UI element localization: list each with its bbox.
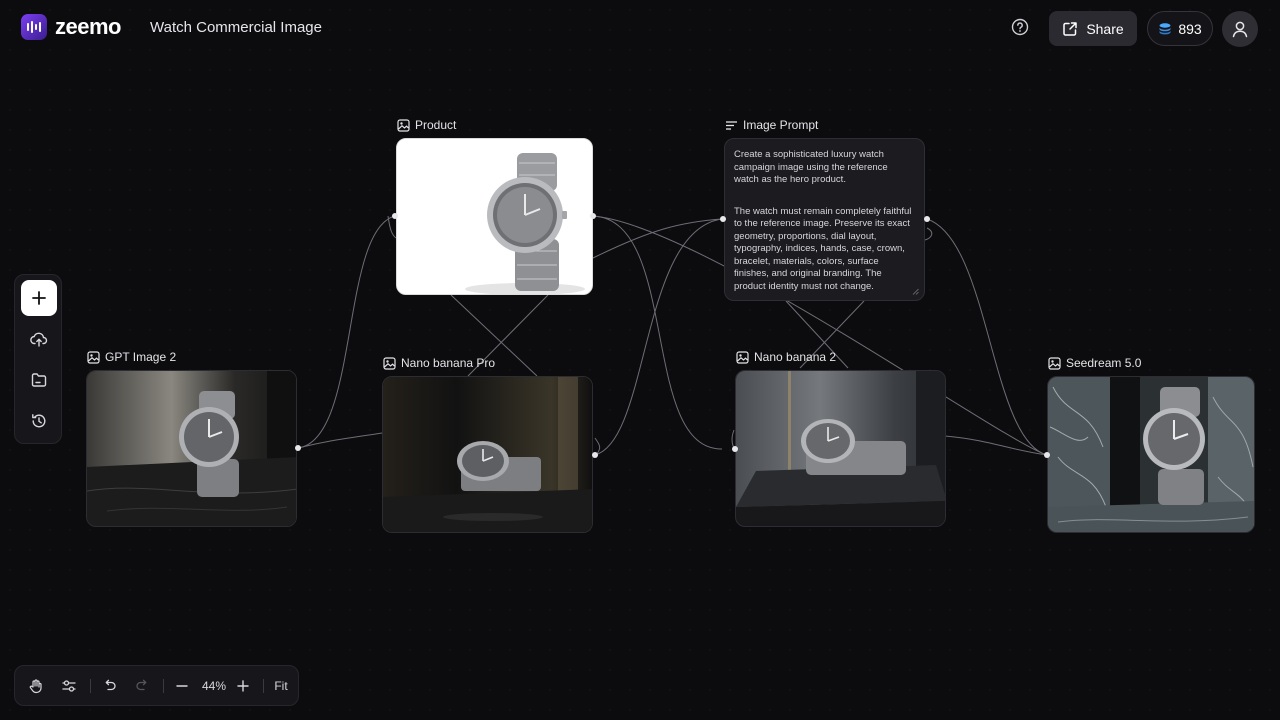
node-label-product[interactable]: Product — [397, 118, 456, 132]
help-icon — [1011, 18, 1029, 36]
port-gpt-out[interactable] — [295, 445, 301, 451]
redo-icon — [135, 679, 146, 691]
port-product-out[interactable] — [590, 213, 596, 219]
seedream-output[interactable] — [1047, 376, 1255, 533]
text-node-icon — [726, 120, 737, 130]
logo-mark-icon — [21, 14, 47, 40]
port-nano-pro-out[interactable] — [592, 452, 598, 458]
watch-render-nano-2 — [736, 371, 945, 526]
node-label-gpt-image[interactable]: GPT Image 2 — [87, 350, 176, 364]
image-node-icon — [1048, 356, 1061, 370]
watch-render-seedream — [1048, 377, 1254, 532]
pan-tool-button[interactable] — [23, 666, 49, 705]
port-prompt-out[interactable] — [924, 216, 930, 222]
fit-view-button[interactable]: Fit — [269, 666, 293, 705]
upload-button[interactable] — [21, 321, 57, 357]
image-node-icon — [383, 356, 396, 370]
node-label-seedream[interactable]: Seedream 5.0 — [1048, 356, 1141, 370]
plus-icon — [237, 679, 249, 692]
history-button[interactable] — [21, 403, 57, 439]
image-prompt-textarea[interactable]: Create a sophisticated luxury watch camp… — [724, 138, 925, 301]
user-icon — [1232, 21, 1248, 38]
user-avatar[interactable] — [1222, 11, 1258, 47]
app-logo[interactable]: zeemo — [21, 14, 121, 40]
node-label-nano-2[interactable]: Nano banana 2 — [736, 350, 836, 364]
watch-render-nano-pro — [383, 377, 592, 532]
watch-product-image — [397, 139, 592, 294]
toolbar-divider — [90, 679, 91, 693]
port-product-in[interactable] — [392, 213, 398, 219]
hand-icon — [29, 678, 42, 693]
bottom-toolbar: 44% Fit — [14, 665, 299, 706]
credits-badge[interactable]: 893 — [1147, 11, 1213, 46]
port-nano-2-in[interactable] — [732, 446, 738, 452]
left-toolbar — [14, 274, 62, 444]
image-node-icon — [397, 118, 410, 132]
sliders-icon — [62, 679, 76, 692]
toolbar-divider — [263, 679, 264, 693]
history-icon — [32, 414, 46, 428]
zoom-in-button[interactable] — [230, 666, 256, 705]
assets-button[interactable] — [21, 362, 57, 398]
nano-pro-output[interactable] — [382, 376, 593, 533]
coin-stack-icon — [1159, 22, 1171, 34]
toolbar-divider — [163, 679, 164, 693]
port-seedream-in[interactable] — [1044, 452, 1050, 458]
help-button[interactable] — [1010, 17, 1030, 37]
cloud-upload-icon — [30, 332, 48, 347]
folder-icon — [31, 373, 47, 387]
nano-2-output[interactable] — [735, 370, 946, 527]
zoom-out-button[interactable] — [169, 666, 195, 705]
share-icon — [1063, 21, 1078, 36]
zoom-level[interactable]: 44% — [197, 666, 231, 705]
plus-icon — [32, 291, 46, 305]
product-image[interactable] — [396, 138, 593, 295]
add-node-button[interactable] — [21, 280, 57, 316]
image-node-icon — [87, 350, 100, 364]
prompt-paragraph-1: Create a sophisticated luxury watch camp… — [734, 149, 888, 185]
share-button[interactable]: Share — [1049, 11, 1137, 46]
credits-count: 893 — [1178, 20, 1202, 37]
undo-button[interactable] — [96, 666, 122, 705]
logo-text: zeemo — [55, 14, 121, 39]
select-tool-button[interactable] — [56, 666, 82, 705]
watch-render-gpt — [87, 371, 296, 526]
undo-icon — [105, 679, 116, 691]
project-title[interactable]: Watch Commercial Image — [150, 19, 322, 36]
minus-icon — [176, 684, 188, 687]
redo-button[interactable] — [129, 666, 155, 705]
node-label-image-prompt[interactable]: Image Prompt — [725, 118, 818, 132]
share-label: Share — [1086, 20, 1124, 37]
node-label-nano-pro[interactable]: Nano banana Pro — [383, 356, 495, 370]
image-node-icon — [736, 350, 749, 364]
port-prompt-in[interactable] — [720, 216, 726, 222]
resize-grip-icon[interactable] — [912, 288, 919, 295]
prompt-paragraph-2: The watch must remain completely faithfu… — [734, 205, 912, 292]
gpt-image-output[interactable] — [86, 370, 297, 527]
